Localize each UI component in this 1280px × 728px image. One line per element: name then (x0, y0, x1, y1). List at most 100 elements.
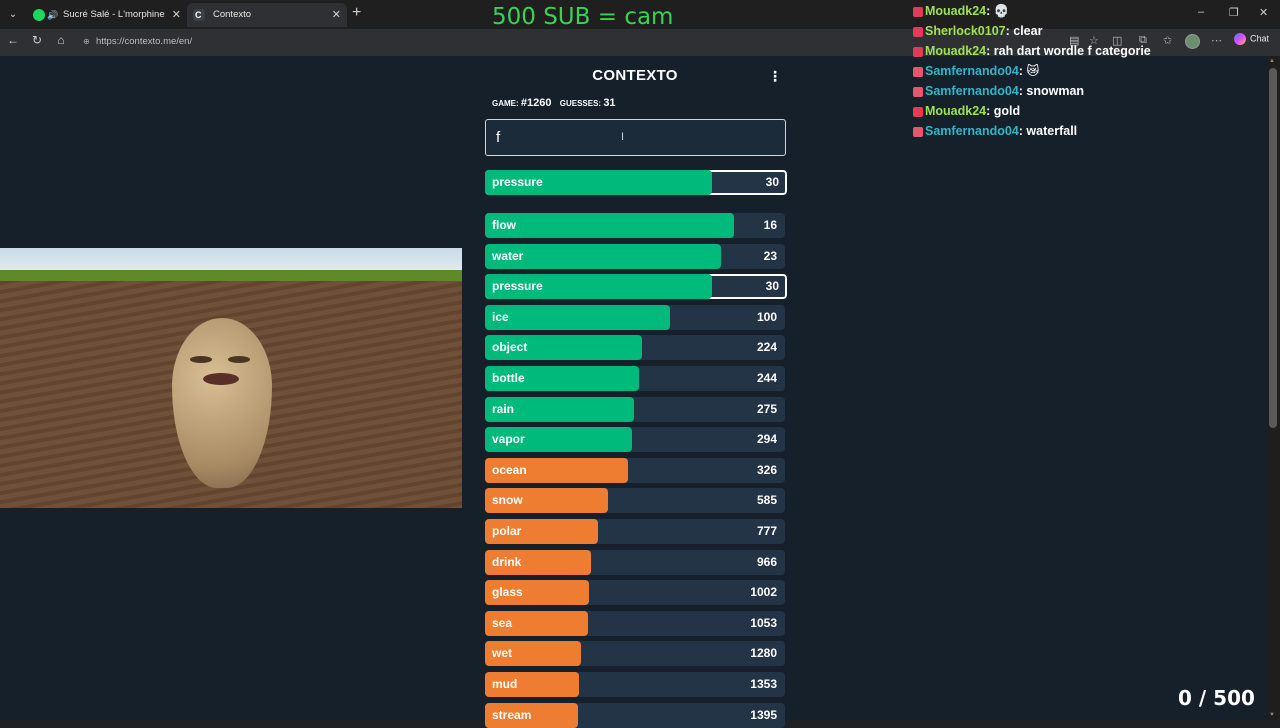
guess-row: drink 966 (485, 550, 785, 575)
chat-badge-icon (913, 66, 923, 77)
guess-word: vapor (492, 432, 525, 446)
potato-eye (190, 356, 212, 363)
chat-text: rah dart wordle f categorie (993, 44, 1151, 58)
guess-row: object 224 (485, 335, 785, 360)
guess-word: wet (492, 646, 513, 660)
guess-row: glass 1002 (485, 580, 785, 605)
guess-rank: 294 (756, 432, 777, 446)
guess-rank: 585 (756, 493, 777, 507)
game-title: CONTEXTO (592, 67, 678, 84)
rank-bar (485, 213, 734, 238)
guess-rank: 16 (763, 218, 777, 232)
tab-title: Contexto (213, 9, 252, 20)
guess-row: ocean 326 (485, 458, 785, 483)
guess-row: polar 777 (485, 519, 785, 544)
chat-badge-icon (913, 26, 923, 37)
guess-rank: 23 (763, 249, 777, 263)
guess-word: ocean (492, 463, 527, 477)
chat-text: waterfall (1026, 124, 1078, 138)
chat-message: Samfernando04: waterfall (913, 122, 1243, 142)
tab-spotify[interactable]: 🔊 Sucré Salé - L'morphine ✕ (27, 3, 187, 27)
guess-row: pressure 30 (485, 274, 787, 299)
guess-rank: 224 (756, 340, 777, 354)
guess-rank: 30 (765, 279, 779, 293)
potato-mouth (203, 373, 239, 385)
guess-rank: 1053 (750, 616, 777, 630)
chat-username: Mouadk24 (925, 104, 987, 118)
chat-text: snowman (1026, 84, 1085, 98)
guess-row: water 23 (485, 244, 785, 269)
chat-text: gold (993, 104, 1021, 118)
spotify-icon (33, 9, 45, 21)
guess-rank: 326 (756, 463, 777, 477)
guess-word: sea (492, 616, 513, 630)
chat-message: Samfernando04: 😿 (913, 62, 1243, 82)
guess-word: polar (492, 524, 522, 538)
chat-username: Samfernando04 (925, 84, 1019, 98)
guess-row: bottle 244 (485, 366, 785, 391)
close-tab-icon[interactable]: ✕ (172, 3, 181, 27)
last-guess-row: pressure 30 (485, 170, 787, 195)
guesses-label: GUESSES: (559, 99, 602, 108)
guess-row: vapor 294 (485, 427, 785, 452)
chat-badge-icon (913, 46, 923, 57)
page-scrollbar[interactable]: ▲ ▼ (1266, 56, 1280, 720)
speaker-icon[interactable]: 🔊 (47, 3, 58, 27)
guess-word: snow (492, 493, 523, 507)
chat-separator: : (986, 4, 994, 18)
guess-rank: 275 (756, 402, 777, 416)
chat-username: Samfernando04 (925, 124, 1019, 138)
guess-rank: 1395 (750, 708, 777, 722)
chat-message: Mouadk24: gold (913, 102, 1243, 122)
site-info-icon[interactable]: ⊕ (83, 32, 90, 52)
sub-counter: 0 / 500 (1178, 686, 1255, 710)
guess-rank: 966 (756, 555, 777, 569)
contexto-icon (193, 3, 205, 27)
guess-rank: 30 (765, 175, 779, 189)
chat-label: Chat (1250, 33, 1270, 44)
window-close-icon[interactable]: ✕ (1259, 6, 1268, 19)
guess-word: mud (492, 677, 518, 691)
webcam-overlay (0, 248, 462, 508)
scroll-down-icon[interactable]: ▼ (1269, 712, 1275, 718)
url-field[interactable]: ⊕ https://contexto.me/en/ (78, 32, 898, 52)
scroll-up-icon[interactable]: ▲ (1269, 58, 1275, 64)
guess-row: ice 100 (485, 305, 785, 330)
tab-contexto[interactable]: Contexto ✕ (187, 3, 347, 27)
scrollbar-thumb[interactable] (1269, 68, 1277, 428)
new-tab-icon[interactable]: + (352, 4, 361, 22)
chat-separator: : (986, 104, 994, 118)
game-info: GAME: #1260 GUESSES: 31 (492, 97, 622, 109)
close-tab-icon[interactable]: ✕ (332, 3, 341, 27)
chat-separator: : (986, 44, 994, 58)
back-icon[interactable]: ← (4, 33, 22, 47)
guess-rank: 100 (756, 310, 777, 324)
reload-icon[interactable]: ↻ (28, 33, 46, 47)
game-label: GAME: (492, 99, 519, 108)
chat-message: Mouadk24: 💀 (913, 2, 1243, 22)
text-cursor-icon: I (621, 131, 625, 143)
guess-word: glass (492, 585, 523, 599)
url-text: https://contexto.me/en/ (96, 36, 193, 47)
guesses-count: 31 (603, 97, 616, 109)
guess-input[interactable] (485, 119, 786, 156)
guess-row: mud 1353 (485, 672, 785, 697)
game-menu-icon[interactable]: ⋮ (768, 68, 782, 85)
guess-word: water (492, 249, 524, 263)
guess-word: stream (492, 708, 532, 722)
home-icon[interactable]: ⌂ (52, 33, 70, 47)
guess-rank: 777 (756, 524, 777, 538)
potato-eye (228, 356, 250, 363)
guess-word: bottle (492, 371, 525, 385)
chat-message: Sherlock0107: clear (913, 22, 1243, 42)
guess-rank: 1353 (750, 677, 777, 691)
chat-badge-icon (913, 86, 923, 97)
chat-username: Mouadk24 (925, 4, 987, 18)
guess-row: rain 275 (485, 397, 785, 422)
tab-list-chevron-icon[interactable]: ⌄ (4, 6, 22, 24)
chat-message: Mouadk24: rah dart wordle f categorie (913, 42, 1243, 62)
guess-word: ice (492, 310, 509, 324)
chat-username: Samfernando04 (925, 64, 1019, 78)
guess-rank: 244 (756, 371, 777, 385)
stream-chat: Mouadk24: 💀 Sherlock0107: clear Mouadk24: … (913, 2, 1243, 142)
